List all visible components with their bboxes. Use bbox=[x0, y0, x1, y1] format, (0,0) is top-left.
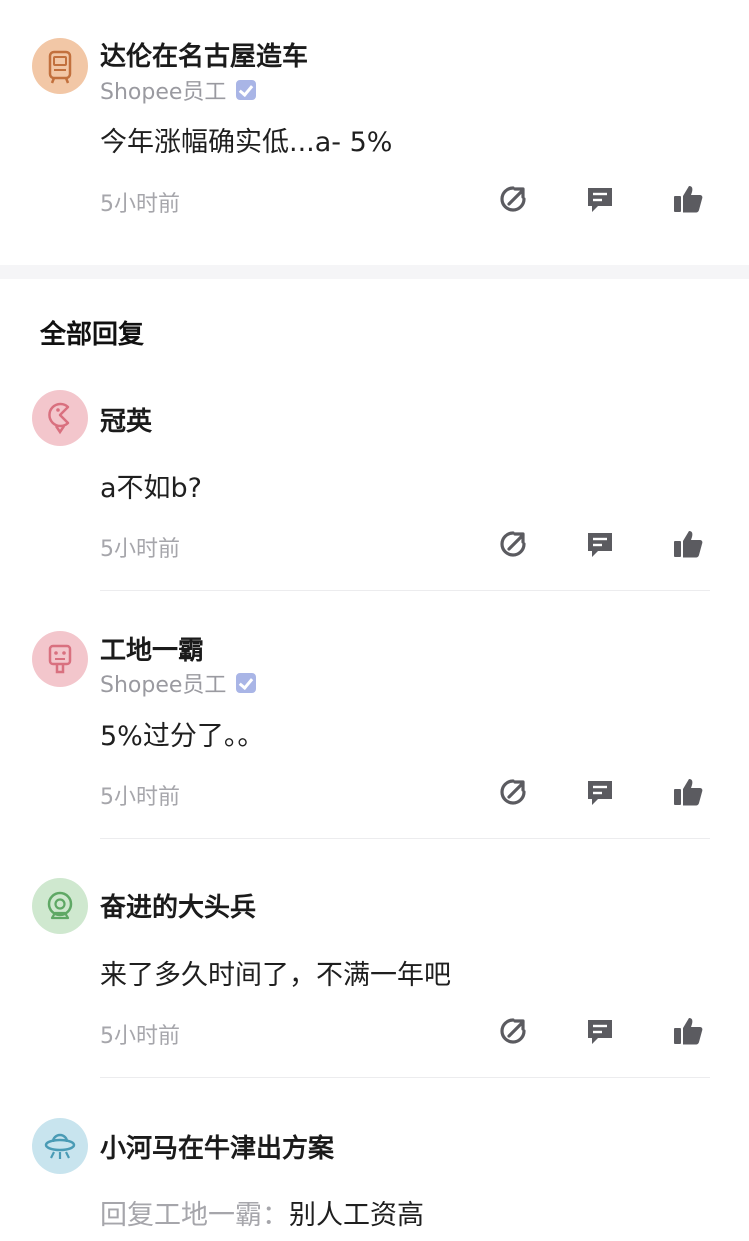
share-icon[interactable] bbox=[496, 527, 530, 561]
reply-time: 5小时前 bbox=[100, 537, 180, 562]
comment-icon[interactable] bbox=[583, 527, 617, 561]
author-name[interactable]: 冠英 bbox=[100, 401, 152, 438]
share-icon[interactable] bbox=[496, 1014, 530, 1048]
reply-content-line: 回复工地一霸：别人工资高 bbox=[100, 1193, 424, 1232]
avatar[interactable] bbox=[32, 390, 88, 446]
avatar[interactable] bbox=[32, 878, 88, 934]
post-time: 5小时前 bbox=[100, 192, 180, 217]
camera-avatar-icon bbox=[47, 891, 73, 920]
thumbs-up-icon[interactable] bbox=[671, 775, 705, 809]
reply-content: 来了多久时间了，不满一年吧 bbox=[100, 960, 451, 991]
employee-badge: Shopee员工 bbox=[100, 667, 257, 699]
reply-time: 5小时前 bbox=[100, 785, 180, 810]
employee-badge: Shopee员工 bbox=[100, 74, 257, 106]
comment-icon[interactable] bbox=[583, 775, 617, 809]
avatar[interactable] bbox=[32, 38, 88, 94]
ufo-avatar-icon bbox=[44, 1133, 76, 1159]
thumbs-up-icon[interactable] bbox=[671, 1014, 705, 1048]
thumbs-up-icon[interactable] bbox=[671, 182, 705, 216]
reply-content: a不如b? bbox=[100, 473, 203, 504]
reply-content: 5%过分了。。 bbox=[100, 721, 265, 752]
all-replies-title: 全部回复 bbox=[40, 320, 145, 350]
original-post: 达伦在名古屋造车 Shopee员工 今年涨幅确实低...a- 5% 5小时前 bbox=[0, 0, 749, 265]
reply-divider bbox=[100, 1077, 710, 1078]
verified-icon bbox=[236, 673, 257, 693]
avatar[interactable] bbox=[32, 631, 88, 687]
avatar[interactable] bbox=[32, 1118, 88, 1174]
share-icon[interactable] bbox=[496, 182, 530, 216]
reply-to-label[interactable]: 回复工地一霸： bbox=[100, 1200, 289, 1231]
reply-content: 别人工资高 bbox=[289, 1200, 424, 1231]
verified-icon bbox=[236, 80, 257, 100]
reply-time: 5小时前 bbox=[100, 1024, 180, 1049]
author-name[interactable]: 奋进的大头兵 bbox=[100, 887, 256, 924]
robot-avatar-icon bbox=[48, 644, 72, 674]
share-icon[interactable] bbox=[496, 775, 530, 809]
author-name[interactable]: 工地一霸 bbox=[100, 630, 204, 667]
employee-label: Shopee员工 bbox=[100, 80, 227, 105]
author-name[interactable]: 达伦在名古屋造车 bbox=[100, 36, 308, 73]
post-content: 今年涨幅确实低...a- 5% bbox=[100, 127, 393, 158]
comment-icon[interactable] bbox=[583, 1014, 617, 1048]
employee-label: Shopee员工 bbox=[100, 673, 227, 698]
reply-divider bbox=[100, 590, 710, 591]
comment-icon[interactable] bbox=[583, 182, 617, 216]
thumbs-up-icon[interactable] bbox=[671, 527, 705, 561]
reply-divider bbox=[100, 838, 710, 839]
robot-avatar-icon bbox=[48, 50, 72, 84]
section-separator bbox=[0, 265, 749, 279]
pacman-avatar-icon bbox=[48, 402, 70, 435]
author-name[interactable]: 小河马在牛津出方案 bbox=[100, 1128, 334, 1165]
